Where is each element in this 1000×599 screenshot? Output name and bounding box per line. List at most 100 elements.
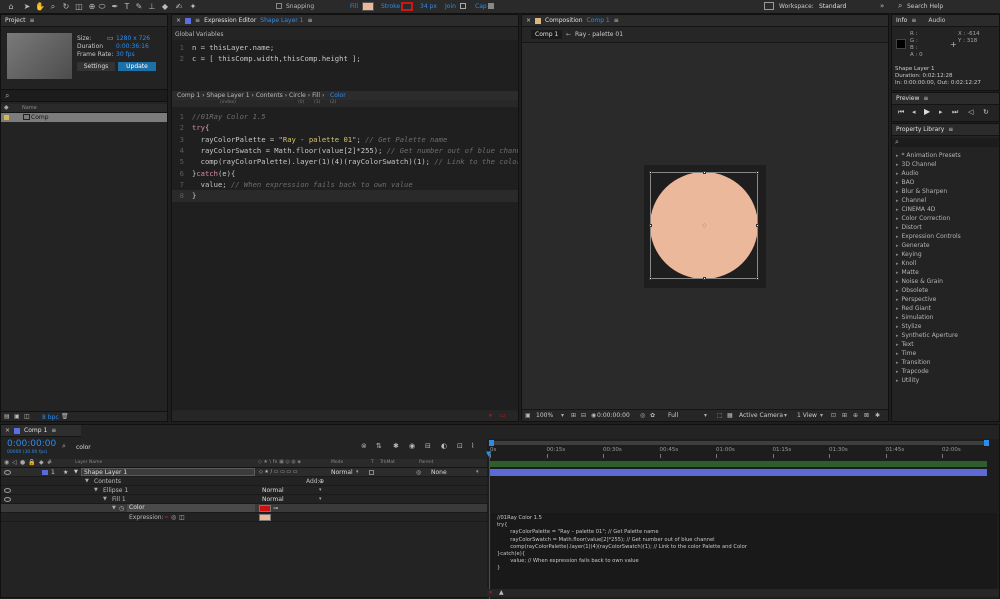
expression-toggle-icon[interactable]: = <box>164 513 169 522</box>
expand-layer-icon[interactable]: ▼ <box>74 468 78 477</box>
expression-pickwhip-icon[interactable]: ◫ <box>179 513 185 522</box>
stroke-swatch[interactable] <box>401 2 413 11</box>
timeline-icon[interactable]: ⊞ <box>842 412 847 419</box>
loop-icon[interactable]: ↻ <box>983 108 989 116</box>
pan-behind-tool-icon[interactable]: ⊕ <box>87 2 97 12</box>
close-icon[interactable]: × <box>176 17 181 24</box>
eraser-tool-icon[interactable]: ◆ <box>160 2 170 12</box>
tab-info[interactable]: Info <box>896 17 907 24</box>
mode-column[interactable]: Mode <box>331 460 343 465</box>
contents-row[interactable]: ▼ Contents Add: ⊕ <box>1 477 487 486</box>
subtab-palette[interactable]: Ray - palette 01 <box>575 31 623 38</box>
fast-preview-icon[interactable]: ⊡ <box>831 412 836 419</box>
roi-icon[interactable]: ⬚ <box>717 412 723 419</box>
fill-mode-chevron-icon[interactable]: ▾ <box>319 495 322 504</box>
stroke-width[interactable]: 34 px <box>420 3 437 10</box>
viewer-area[interactable]: ◇ <box>522 43 888 409</box>
new-comp-icon[interactable]: ◫ <box>24 413 30 420</box>
handle-tm[interactable] <box>703 171 706 174</box>
library-item[interactable]: Utility <box>892 376 999 385</box>
current-time[interactable]: 0:00:00:00 <box>7 439 56 449</box>
tab-composition[interactable]: Composition <box>545 17 582 24</box>
layer-bar[interactable] <box>490 469 987 476</box>
handle-tr[interactable] <box>756 171 759 174</box>
interpret-footage-icon[interactable]: ▤ <box>4 413 10 420</box>
tab-project[interactable]: Project <box>5 17 26 24</box>
expression-code-editor[interactable]: 1 //01Ray Color 1.5 2 try{3 rayColorPalette… <box>172 107 518 410</box>
global-variables-editor[interactable]: 1 2 n = thisLayer.name; c = [ thisComp.w… <box>172 40 518 92</box>
draft3d-icon[interactable]: ✱ <box>393 442 399 450</box>
res-chevron-icon[interactable]: ▾ <box>704 412 707 419</box>
library-item[interactable]: Matte <box>892 268 999 277</box>
library-item[interactable]: Color Correction <box>892 214 999 223</box>
trkmat-column[interactable]: TrkMat <box>380 460 395 465</box>
record-icon[interactable]: ⏸ <box>489 412 492 420</box>
workspace-menu-icon[interactable]: » <box>880 2 884 10</box>
panel-menu-icon[interactable]: ≡ <box>923 95 928 102</box>
layer-row[interactable]: 1 ★ ▼ Shape Layer 1 ◇ ★ / ▭ ▭ ▭ ▭ Normal… <box>1 468 487 477</box>
work-area-end[interactable] <box>984 440 989 446</box>
add-icon[interactable]: ⊕ <box>319 477 324 486</box>
library-item[interactable]: Simulation <box>892 313 999 322</box>
library-item[interactable]: Trapcode <box>892 367 999 376</box>
library-item[interactable]: CINEMA 4D <box>892 205 999 214</box>
library-item[interactable]: Perspective <box>892 295 999 304</box>
graph-icon[interactable]: ▭ <box>500 412 506 419</box>
delete-icon[interactable]: 🗑 <box>61 413 69 420</box>
comp-canvas[interactable]: ◇ <box>644 165 766 288</box>
tab-expression-editor[interactable]: Expression Editor <box>204 17 256 24</box>
layer-name[interactable]: Shape Layer 1 <box>81 468 255 476</box>
workspace-value[interactable]: Standard <box>819 3 846 10</box>
fill-visibility-icon[interactable] <box>4 497 11 502</box>
parent-dropdown[interactable]: None <box>431 468 447 477</box>
preserve-transparency-checkbox[interactable] <box>369 470 374 475</box>
playhead-icon[interactable]: ▼ <box>486 450 491 458</box>
panel-menu-icon[interactable]: ≡ <box>614 17 619 24</box>
roto-brush-icon[interactable]: ✍ <box>174 2 184 12</box>
resolution-dropdown[interactable]: Full <box>668 412 678 419</box>
always-preview-icon[interactable]: ▣ <box>525 412 531 419</box>
cap-icon[interactable] <box>488 3 494 9</box>
puppet-tool-icon[interactable]: ✦ <box>188 2 198 12</box>
shy-icon[interactable]: ◉ <box>409 442 415 450</box>
record-icon[interactable]: ⏸ <box>489 589 492 597</box>
library-item[interactable]: Obsolete <box>892 286 999 295</box>
fill-mode[interactable]: Normal <box>262 495 284 504</box>
visibility-icon[interactable] <box>4 470 11 475</box>
close-icon[interactable]: × <box>526 17 531 24</box>
work-area-start[interactable] <box>489 440 494 446</box>
search-help-input[interactable]: Search Help <box>907 3 943 10</box>
frame-blend-icon[interactable]: ⊟ <box>425 442 431 450</box>
layer-switches[interactable]: ◇ ★ / ▭ ▭ ▭ ▭ <box>259 468 297 477</box>
ellipse-row[interactable]: ▼ Ellipse 1 Normal ▾ <box>1 486 487 495</box>
library-item[interactable]: Stylize <box>892 322 999 331</box>
fill-row[interactable]: ▼ Fill 1 Normal ▾ <box>1 495 487 504</box>
update-button[interactable]: Update <box>118 62 156 71</box>
pen-tool-icon[interactable]: ✒ <box>110 2 120 12</box>
layer-name-column[interactable]: Layer Name <box>75 460 102 465</box>
hand-tool-icon[interactable]: ✋ <box>35 2 45 12</box>
tab-preview[interactable]: Preview <box>896 95 919 102</box>
stopwatch-icon[interactable]: ◷ <box>119 504 124 513</box>
library-item[interactable]: Noise & Grain <box>892 277 999 286</box>
expression-row[interactable]: Expression: = ◎ ◫ <box>1 513 487 522</box>
camera-tool-icon[interactable]: ◫ <box>74 2 84 12</box>
ellipse-mode[interactable]: Normal <box>262 486 284 495</box>
clone-stamp-icon[interactable]: ⊥ <box>147 2 157 12</box>
ellipse-visibility-icon[interactable] <box>4 488 11 493</box>
motion-blur-icon[interactable]: ◐ <box>441 442 447 450</box>
name-column[interactable]: Name <box>22 105 37 111</box>
view-dropdown[interactable]: 1 View <box>797 412 817 419</box>
library-item[interactable]: Blur & Sharpen <box>892 187 999 196</box>
cap-label[interactable]: Cap <box>475 3 487 10</box>
settings-button[interactable]: Settings <box>77 62 115 71</box>
selection-tool-icon[interactable]: ➤ <box>22 2 32 12</box>
handle-tl[interactable] <box>649 171 652 174</box>
bpc-button[interactable]: 8 bpc <box>42 414 59 421</box>
expression-graph-icon[interactable]: ◎ <box>171 513 176 522</box>
timeline-search-input[interactable]: color <box>76 444 91 451</box>
tab-property-library[interactable]: Property Library <box>896 126 944 133</box>
ellipse-mode-chevron-icon[interactable]: ▾ <box>319 486 322 495</box>
zoom-chevron-icon[interactable]: ▾ <box>561 412 564 419</box>
library-item[interactable]: Generate <box>892 241 999 250</box>
